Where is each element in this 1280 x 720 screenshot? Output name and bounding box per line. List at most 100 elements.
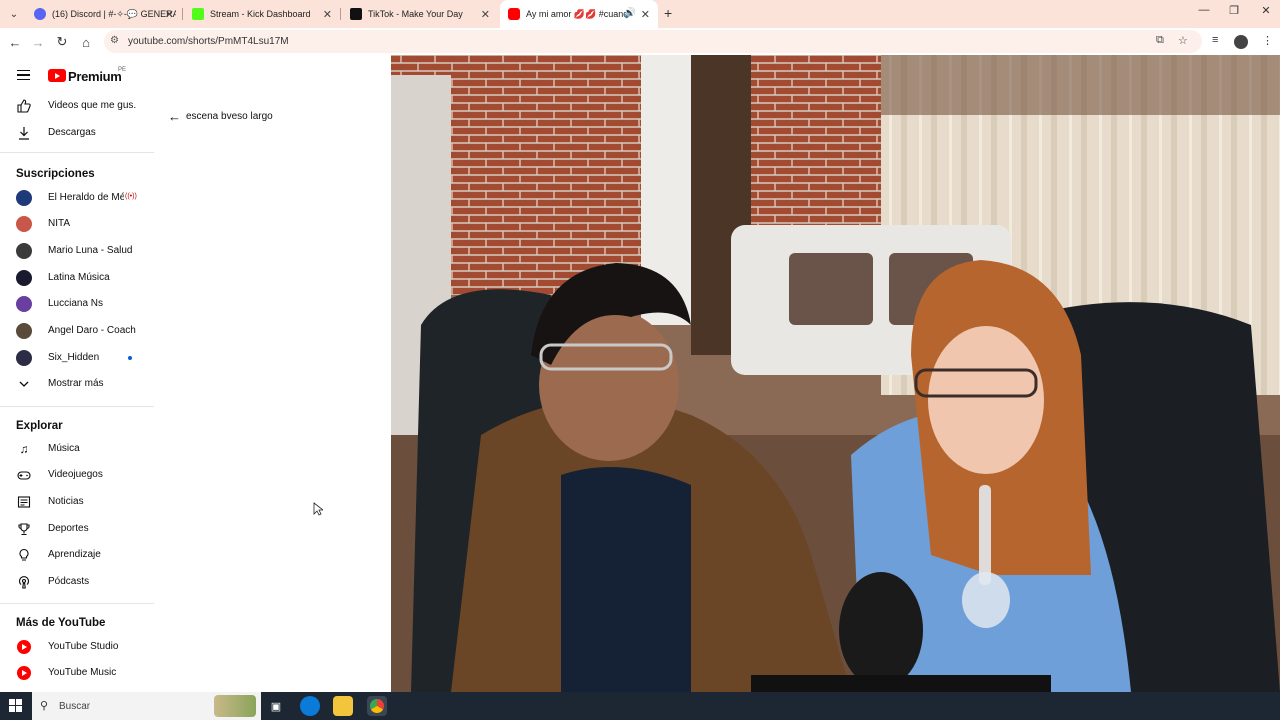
hamburger-menu-icon[interactable] [17, 70, 30, 80]
subscription-label: Ángel Daro - Coach ... [48, 325, 136, 336]
show-more-label: Mostrar más [48, 378, 104, 389]
subscription-label: Mario Luna - Salud ... [48, 245, 136, 256]
close-icon[interactable]: ✕ [323, 8, 332, 21]
subscription-label: El Heraldo de Mé... [48, 192, 124, 203]
tab-tiktok[interactable]: TikTok - Make Your Day ✕ [342, 0, 498, 28]
country-code: PE [118, 67, 127, 73]
sidebar-item-label: Aprendizaje [48, 549, 101, 560]
address-bar[interactable]: ⚙ youtube.com/shorts/PmMT4Lsu17M ⧉ ☆ [104, 30, 1202, 53]
sidebar-item-label: Descargas [48, 127, 96, 138]
subscription-item[interactable]: NITA [0, 211, 154, 237]
sidebar-item-label: YouTube Studio [48, 641, 119, 652]
avatar [16, 270, 32, 286]
sidebar-item-label: Videojuegos [48, 469, 103, 480]
arrow-left-icon: ← [168, 109, 181, 124]
lightbulb-icon [17, 548, 31, 562]
sidebar-item-gaming[interactable]: Videojuegos [0, 462, 154, 488]
sidebar-item-downloads[interactable]: Descargas [0, 120, 154, 146]
subscription-item[interactable]: Six_Hidden [0, 345, 154, 371]
subscription-item[interactable]: Ángel Daro - Coach ... [0, 318, 154, 344]
tab-kick[interactable]: Stream - Kick Dashboard ✕ [184, 0, 340, 28]
search-query-label: escena bveso largo [186, 111, 273, 122]
subscription-item[interactable]: Latina Música [0, 265, 154, 291]
search-placeholder: Buscar [59, 701, 91, 712]
chrome-browser-icon[interactable] [367, 696, 387, 716]
avatar [16, 190, 32, 206]
back-to-search-button[interactable]: ← escena bveso largo [168, 109, 273, 124]
search-icon: ⚲ [40, 700, 49, 712]
sidebar-item-music[interactable]: ♫ Música [0, 436, 154, 462]
youtube-logo-icon[interactable] [48, 69, 66, 82]
subscription-label: Six_Hidden [48, 352, 100, 363]
speaker-icon[interactable]: 🔊 [624, 8, 636, 19]
close-window-button[interactable]: ✕ [1256, 4, 1276, 17]
media-controls-icon[interactable]: ≡ [1212, 34, 1218, 46]
close-icon[interactable]: ✕ [641, 8, 650, 21]
show-more-button[interactable]: Mostrar más [0, 371, 154, 397]
divider [0, 603, 154, 604]
divider [0, 152, 154, 153]
install-app-icon[interactable]: ⧉ [1156, 34, 1164, 47]
new-content-dot [128, 356, 132, 360]
explore-heading: Explorar [16, 420, 63, 432]
home-button[interactable]: ⌂ [77, 33, 95, 51]
avatar [16, 243, 32, 259]
minimize-button[interactable]: — [1194, 4, 1214, 16]
live-indicator-icon: ((•)) [125, 193, 137, 200]
sidebar-item-label: Música [48, 443, 80, 454]
restore-button[interactable]: ❐ [1224, 4, 1244, 17]
tiktok-favicon-icon [350, 8, 362, 20]
reload-button[interactable]: ↻ [53, 33, 71, 51]
mouse-cursor-icon [313, 502, 325, 519]
sidebar-item-news[interactable]: Noticias [0, 489, 154, 515]
browser-menu-icon[interactable]: ⋮ [1262, 34, 1273, 47]
site-info-icon[interactable]: ⚙ [110, 35, 119, 46]
avatar [16, 350, 32, 366]
new-tab-button[interactable]: + [664, 5, 672, 21]
sidebar-item-youtube-music[interactable]: YouTube Music [0, 660, 154, 686]
youtube-favicon-icon [508, 8, 520, 20]
tab-label: (16) Discord | #-✧-💬 GENERAL [52, 8, 176, 19]
divider [0, 406, 154, 407]
subscription-item[interactable]: El Heraldo de Mé... ((•)) [0, 185, 154, 211]
close-icon[interactable]: ✕ [481, 8, 490, 21]
sidebar-item-label: YouTube Music [48, 667, 117, 678]
kick-favicon-icon [192, 8, 204, 20]
sidebar-item-label: Deportes [48, 523, 89, 534]
close-icon[interactable]: ✕ [165, 8, 174, 21]
forward-button[interactable]: → [29, 33, 47, 51]
subscription-label: NITA [48, 218, 71, 229]
sidebar-item-sports[interactable]: Deportes [0, 516, 154, 542]
sidebar-item-podcasts[interactable]: Pódcasts [0, 569, 154, 595]
shorts-video-player[interactable] [391, 55, 1280, 692]
windows-taskbar: ⚲ Buscar ▣ [0, 692, 1280, 720]
avatar [16, 323, 32, 339]
news-icon [17, 495, 31, 509]
file-explorer-icon[interactable] [333, 696, 353, 716]
tab-separator [340, 8, 341, 20]
avatar [16, 216, 32, 232]
subscription-item[interactable]: Mario Luna - Salud ... [0, 238, 154, 264]
thumbs-up-icon [17, 99, 31, 113]
edge-browser-icon[interactable] [300, 696, 320, 716]
subscription-label: Lucciana Ns [48, 298, 104, 309]
download-icon [17, 126, 31, 140]
subscription-label: Latina Música [48, 272, 110, 283]
tab-discord[interactable]: (16) Discord | #-✧-💬 GENERAL ✕ [26, 0, 182, 28]
sidebar-item-liked-videos[interactable]: Videos que me gus... [0, 93, 154, 119]
youtube-page: Premium PE Videos que me gus... Descarga… [0, 55, 1280, 692]
task-view-icon[interactable]: ▣ [266, 696, 286, 716]
profile-avatar-icon[interactable] [1234, 35, 1248, 49]
bookmark-star-icon[interactable]: ☆ [1178, 34, 1188, 47]
tab-label: Stream - Kick Dashboard [210, 9, 311, 19]
youtube-premium-logo-text[interactable]: Premium [68, 69, 122, 84]
tab-search-button[interactable]: ⌄ [4, 4, 24, 24]
back-button[interactable]: ← [6, 33, 24, 51]
subscription-item[interactable]: Lucciana Ns [0, 291, 154, 317]
taskbar-search-box[interactable]: ⚲ Buscar [32, 692, 261, 720]
windows-start-icon[interactable] [9, 699, 23, 713]
sidebar-item-learning[interactable]: Aprendizaje [0, 542, 154, 568]
tab-youtube-active[interactable]: Ay mi amor 💋💋 #cuando 🔊 ✕ [500, 0, 658, 28]
tab-label: TikTok - Make Your Day [368, 9, 463, 19]
sidebar-item-youtube-studio[interactable]: YouTube Studio [0, 634, 154, 660]
